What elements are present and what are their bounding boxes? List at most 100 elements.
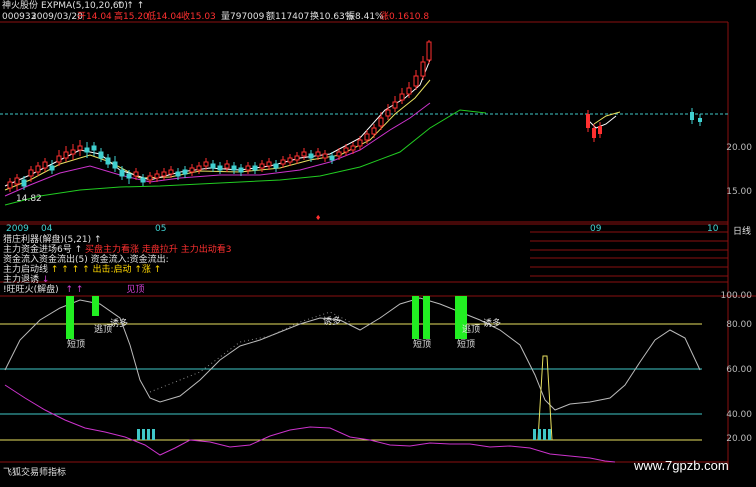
candle-body [329,155,335,161]
oscillator-axis-label: 20.00 [726,434,752,444]
candle-body [280,159,286,165]
price-axis-label: 15.00 [726,187,752,197]
expma-60-line [4,109,487,206]
time-axis-label: 10 [707,224,719,234]
candle-body [105,157,111,165]
candle-body [357,139,363,147]
candle-body [399,93,405,101]
candle-body [119,169,125,177]
cyan-bar [538,429,541,440]
price-axis-label: 20.00 [726,143,752,153]
footer-label: 飞狐交易师指标 [3,468,67,478]
oscillator-axis-label: 40.00 [726,410,752,420]
time-axis-label: 05 [155,224,167,234]
candle-body [231,165,237,171]
candle-body [147,175,153,181]
candle-body [7,181,13,189]
cyan-bar [543,429,546,440]
candle-body [28,169,34,177]
candle-body [14,177,20,185]
candle-body [586,114,590,128]
candle-body [698,118,702,122]
indicator-name: 主力退诱 [3,275,40,285]
signal-annotation: 诱多 [323,317,342,327]
candle-body [252,165,258,171]
candle-body [238,167,244,173]
candle-body [21,179,27,187]
oscillator-axis-label: 80.00 [726,320,752,330]
period-label[interactable]: 日线 [733,224,751,237]
candle-body [154,173,160,179]
candle-body [392,101,398,109]
candle-body [690,112,694,120]
candlesticks [7,40,702,192]
watermark: www.7gpzb.com [634,458,729,473]
time-axis-label: 2009 [6,224,29,234]
candle-body [49,165,55,171]
candle-body [203,161,209,167]
cyan-bar [152,429,155,440]
candle-body [182,169,188,175]
candle-body [112,161,118,169]
candle-body [598,126,602,134]
signal-annotation: 短顶 [457,340,476,350]
signal-annotation: 逃顶 [462,325,481,335]
candle-body [336,151,342,157]
candle-body [301,151,307,157]
candle-body [413,75,419,87]
candle-body [294,155,300,161]
candle-body [266,161,272,167]
candle-body [420,61,426,77]
oscillator-axis-label: 100.00 [720,291,753,301]
candle-body [224,163,230,169]
low-price-label: 14.82 [16,194,42,204]
candle-body [210,163,216,169]
candle-body [315,151,321,157]
candle-body [273,163,279,169]
candle-body [91,145,97,151]
oscillator-purple-line [4,384,616,463]
candle-body [126,173,132,179]
signal-annotation: 短顶 [67,340,86,350]
oscillator-legend: 见顶 [126,285,145,295]
indicator-extra: 资金流入:资金流出: [90,255,169,265]
candle-body [140,177,146,183]
cyan-bar [147,429,150,440]
indicator-extra: ↑ ↑ ↑ ↑ 出击:启动 ↑涨 ↑ [50,265,162,275]
indicator-name: 猎庄利器(解盘)(5,21) [3,235,92,245]
cyan-bar [533,429,536,440]
green-bar [92,296,99,316]
indicator-extra: ↓ [41,275,50,285]
candle-body [343,147,349,153]
candle-body [378,117,384,127]
candle-body [35,165,41,173]
candle-body [133,171,139,177]
candle-body [84,147,90,153]
green-bar [66,296,74,339]
expma-lines [4,59,621,206]
indicator-name: 主力资金进场6号 [3,245,72,255]
candle-body [308,153,314,159]
candle-body [217,165,223,171]
cyan-bar [142,429,145,440]
candle-body [364,133,370,141]
candle-body [56,155,62,163]
oscillator-gray-line [4,297,701,411]
candle-body [371,127,377,135]
candle-body [42,161,48,169]
green-bar [412,296,419,339]
candle-body [322,153,328,159]
peak-marker: ♦ [315,214,322,222]
candle-body [77,145,83,151]
signal-annotation: 短顶 [413,340,432,350]
indicator-extra: ↑ [93,235,102,245]
candle-body [592,128,596,138]
oscillator-arrows: ↑ ↑ [65,285,84,295]
cyan-bar [548,429,551,440]
signal-annotation: 诱多 [483,319,502,329]
chart-canvas [0,21,756,470]
candle-body [426,41,432,61]
candle-body [196,165,202,171]
oscillator-axis-label: 60.00 [726,365,752,375]
candle-body [406,87,412,95]
